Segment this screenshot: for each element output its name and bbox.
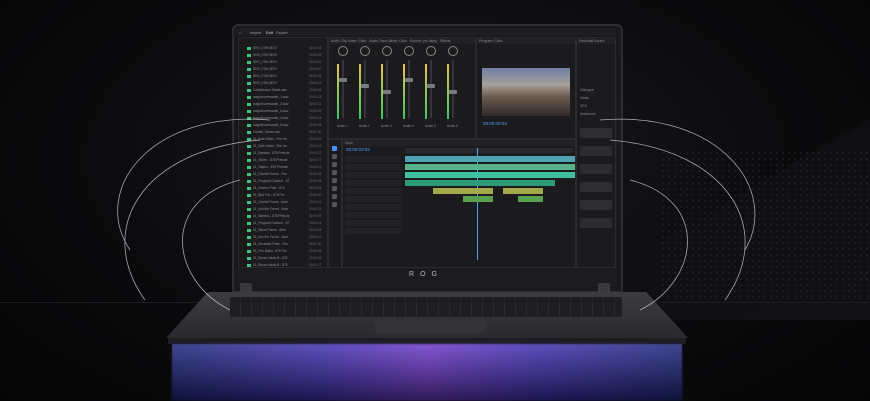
arc-left-3 — [182, 179, 241, 311]
arc-right-3 — [629, 179, 688, 311]
decorative-light-arcs — [117, 118, 756, 311]
arc-right-1 — [599, 118, 756, 251]
arc-left-1 — [117, 118, 271, 251]
